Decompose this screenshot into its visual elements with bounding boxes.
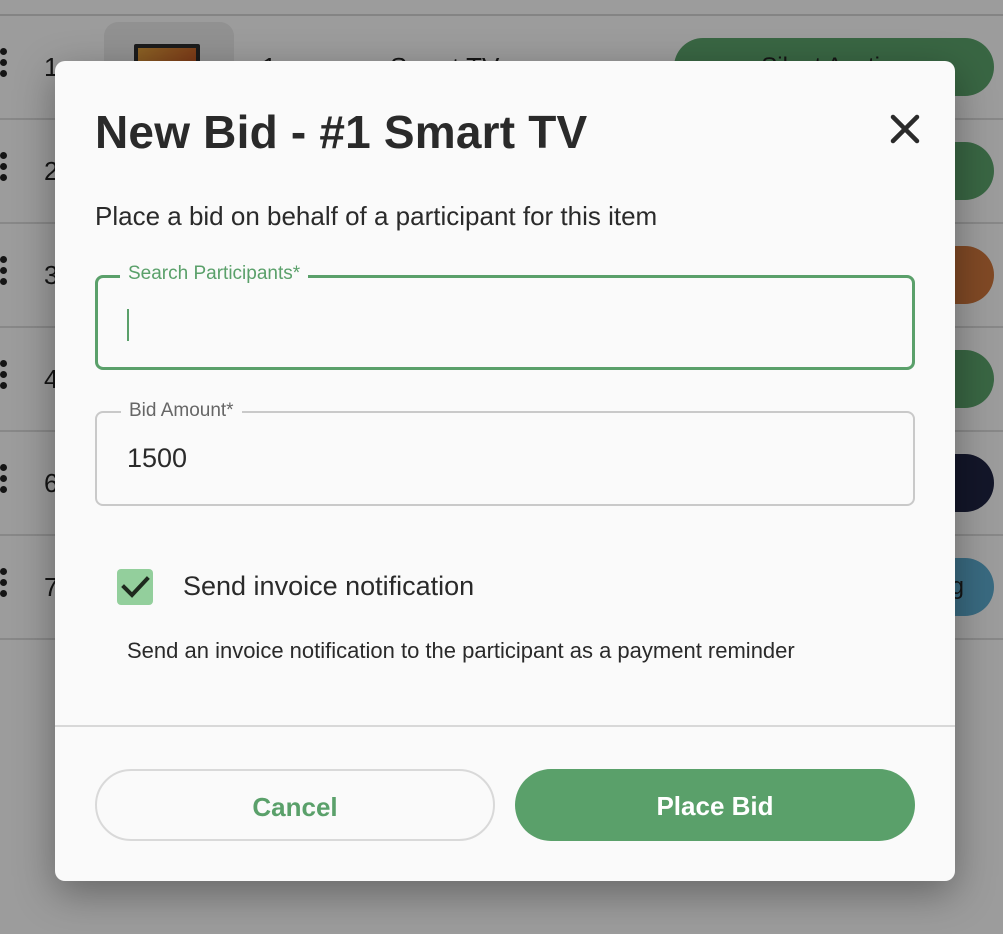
dialog-divider — [55, 725, 955, 727]
dialog-title: New Bid - #1 Smart TV — [95, 106, 588, 158]
checkmark-icon — [121, 576, 150, 598]
send-invoice-label[interactable]: Send invoice notification — [183, 571, 474, 602]
place-bid-button[interactable]: Place Bid — [515, 769, 915, 841]
send-invoice-help-text: Send an invoice notification to the part… — [127, 638, 795, 663]
text-cursor — [127, 309, 129, 341]
search-participants-label: Search Participants* — [120, 262, 309, 286]
dialog-subtitle: Place a bid on behalf of a participant f… — [95, 201, 658, 231]
bid-amount-label: Bid Amount* — [121, 399, 242, 423]
send-invoice-checkbox[interactable] — [117, 569, 153, 605]
new-bid-dialog: New Bid - #1 Smart TV Place a bid on beh… — [55, 61, 955, 881]
cancel-button[interactable]: Cancel — [95, 769, 495, 841]
search-participants-input[interactable]: Search Participants* — [95, 262, 915, 370]
close-icon[interactable] — [883, 107, 927, 151]
bid-amount-input[interactable]: Bid Amount* 1500 — [95, 399, 915, 506]
bid-amount-value: 1500 — [127, 443, 188, 473]
